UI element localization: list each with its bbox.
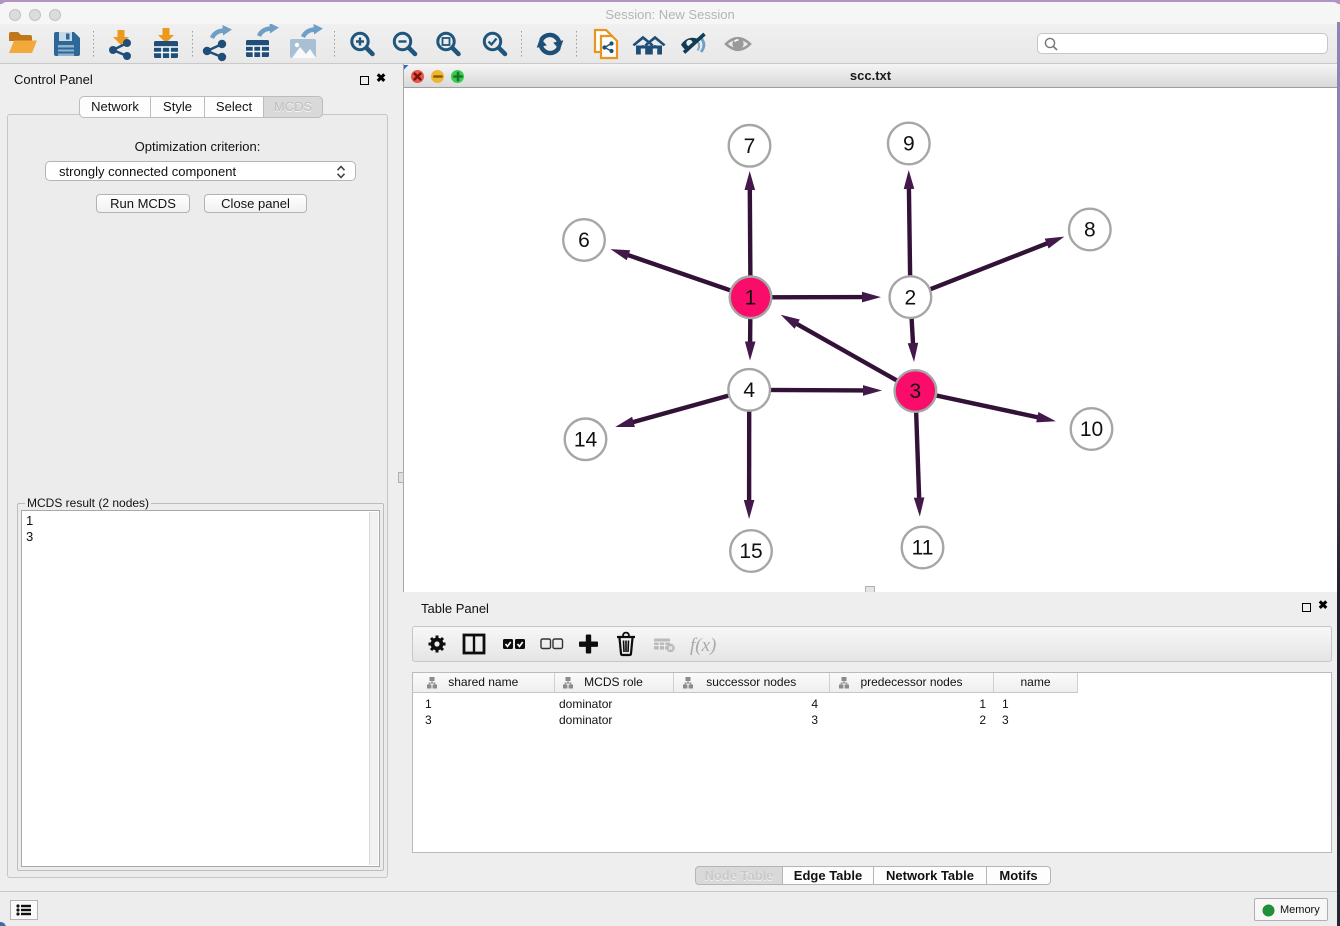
svg-text:3: 3: [910, 380, 922, 403]
svg-text:10: 10: [1080, 418, 1103, 441]
svg-text:11: 11: [912, 537, 934, 560]
svg-text:4: 4: [743, 379, 755, 402]
svg-text:2: 2: [905, 286, 917, 309]
svg-text:8: 8: [1084, 219, 1096, 242]
svg-text:15: 15: [739, 540, 762, 563]
svg-text:f(x): f(x): [690, 635, 716, 656]
svg-text:6: 6: [578, 229, 590, 252]
svg-text:14: 14: [574, 429, 598, 452]
svg-text:7: 7: [744, 135, 756, 158]
svg-text:9: 9: [903, 133, 915, 156]
svg-text:1: 1: [745, 287, 757, 310]
